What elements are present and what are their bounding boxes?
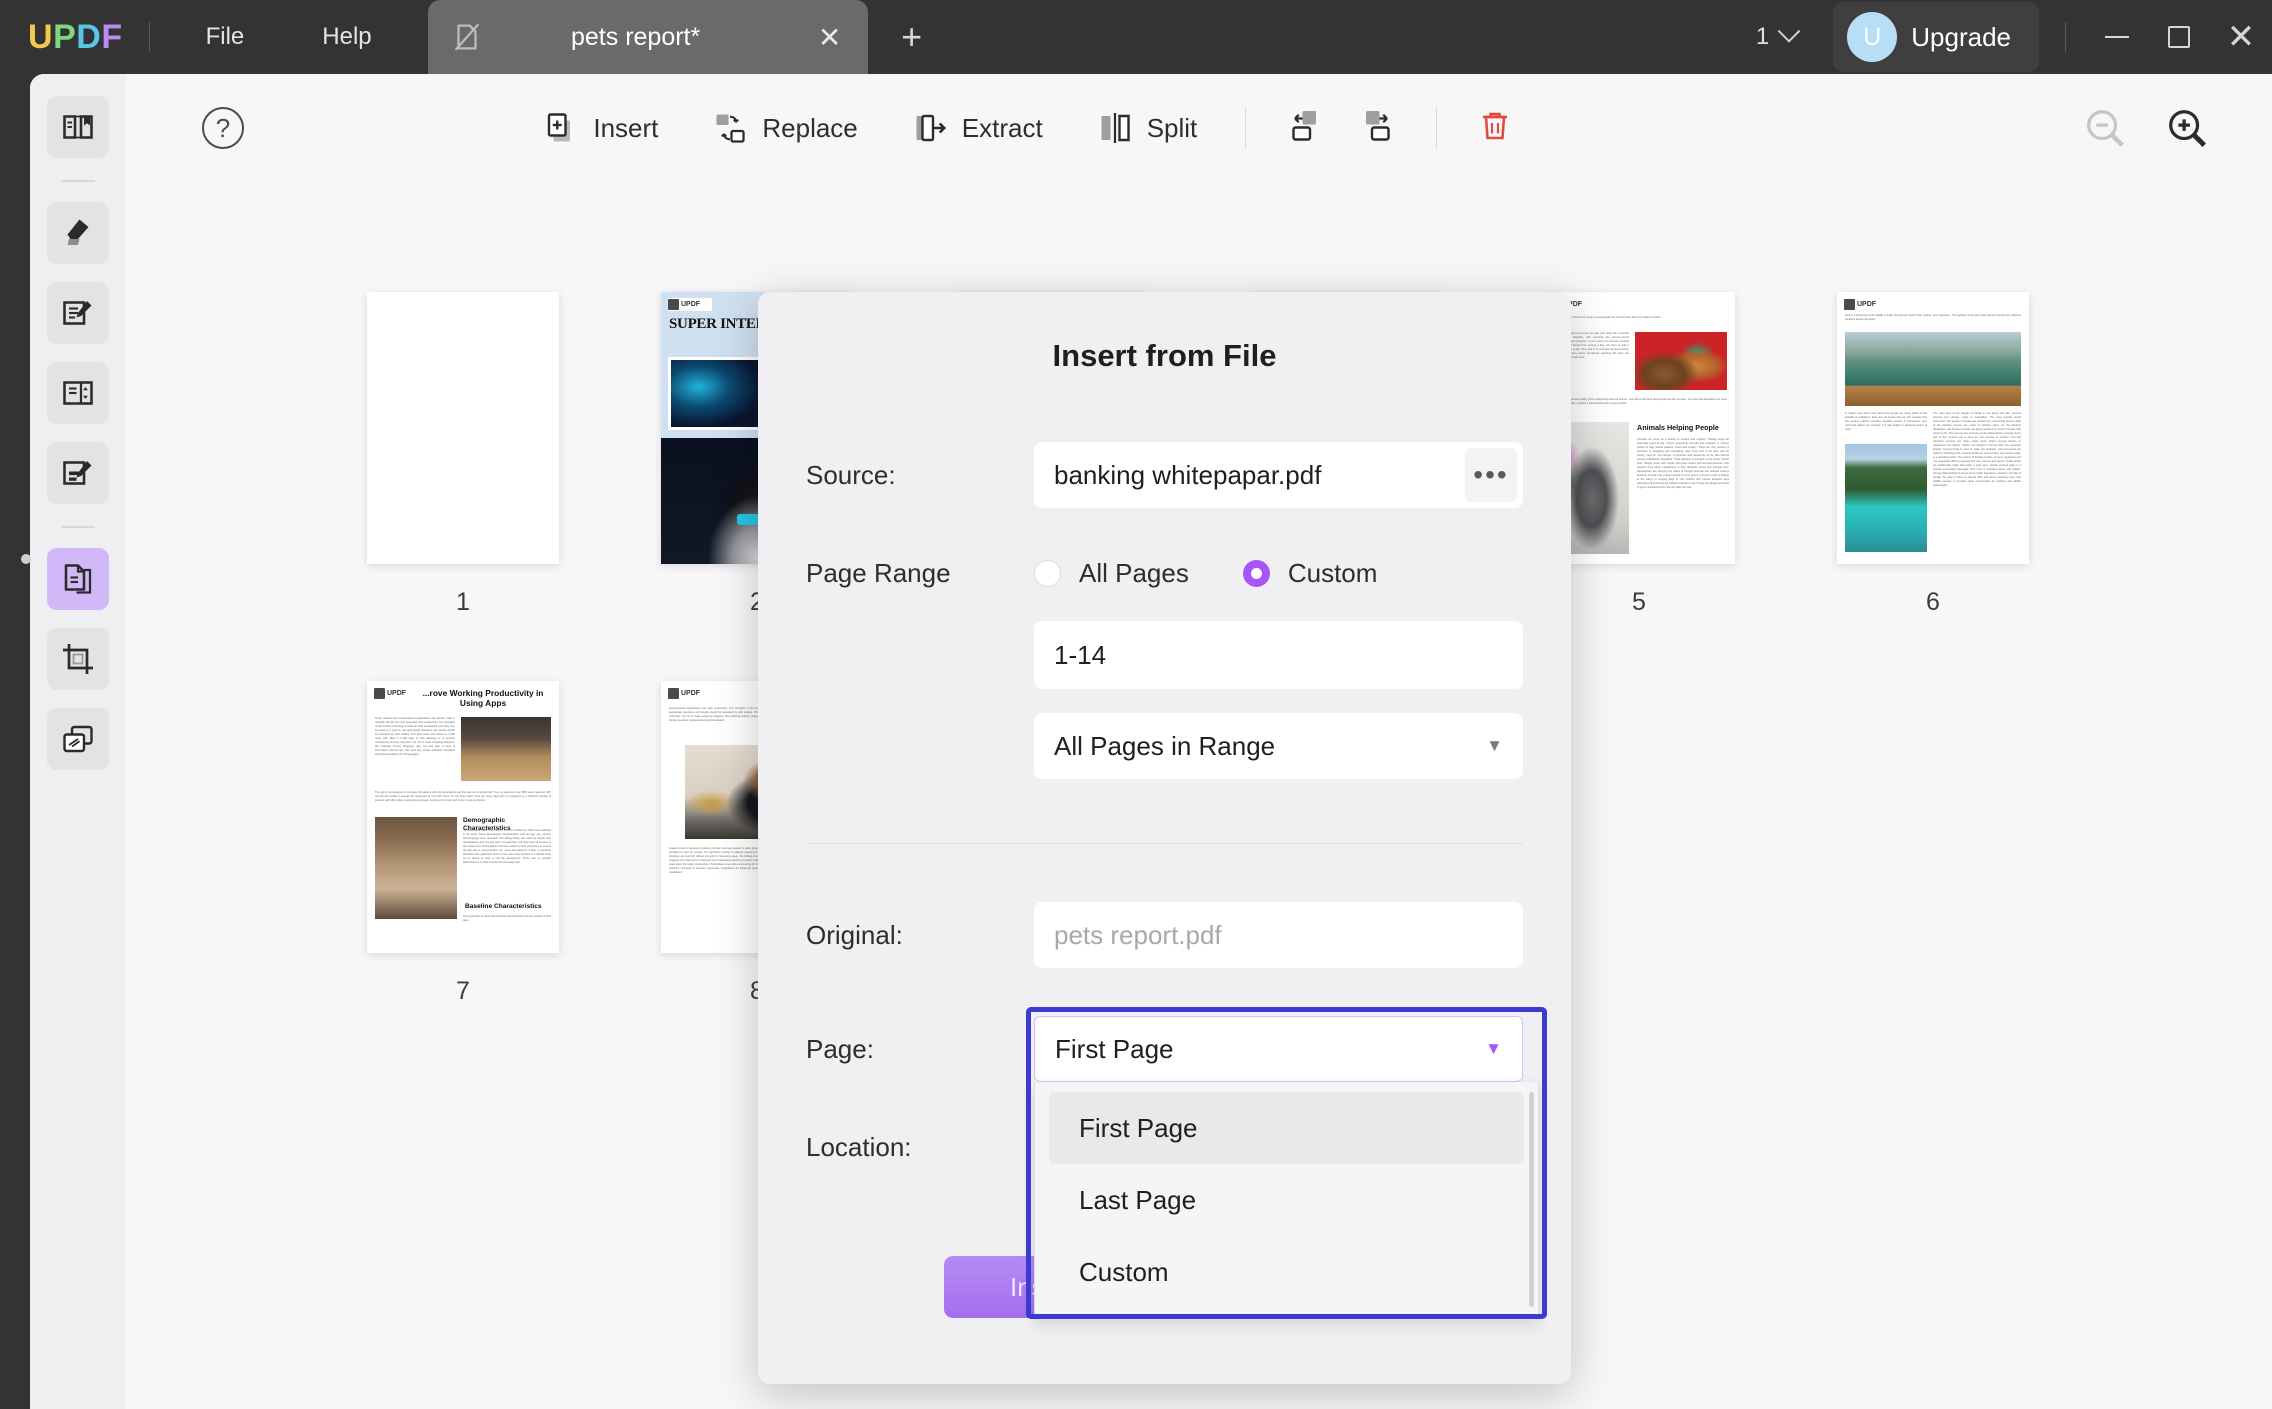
maximize-button[interactable] [2148,0,2210,74]
source-label: Source: [806,459,896,490]
browse-file-button[interactable]: ••• [1465,448,1517,502]
source-row: Source: banking whitepapar.pdf ••• [758,442,1571,508]
page-select-dropdown: First Page Last Page Custom [1034,1082,1539,1320]
title-bar: U P D F File Help pets report* ✕ + 1 U U… [0,0,2272,74]
dialog-title: Insert from File [1052,338,1277,373]
dropdown-scrollbar[interactable] [1529,1092,1534,1307]
radio-all-pages-indicator [1034,560,1061,587]
page-count-dropdown[interactable]: 1 [1746,17,1807,57]
page-select[interactable]: First Page ▼ [1034,1016,1523,1082]
logo-letter-d: D [76,18,102,56]
radio-all-pages[interactable]: All Pages [1034,558,1189,589]
minimize-button[interactable] [2086,0,2148,74]
chevron-down-icon: ▼ [1486,736,1503,755]
dialog-separator [806,843,1523,844]
source-input[interactable]: banking whitepapar.pdf ••• [1034,442,1523,508]
custom-range-value: 1-14 [1054,639,1107,670]
logo-letter-f: F [101,18,123,56]
location-label: Location: [806,1132,912,1162]
new-tab-button[interactable]: + [886,11,938,63]
range-subset-value: All Pages in Range [1054,730,1276,761]
dropdown-option-first-page[interactable]: First Page [1049,1092,1524,1164]
menu-help[interactable]: Help [296,15,397,59]
chevron-down-icon [1777,20,1801,43]
page-count-value: 1 [1755,23,1770,50]
radio-custom-label: Custom [1287,558,1378,588]
radio-custom-indicator [1242,560,1270,587]
original-input[interactable]: pets report.pdf [1034,902,1523,968]
tab-close-icon[interactable]: ✕ [808,15,852,59]
radio-custom[interactable]: Custom [1242,558,1378,589]
document-tab[interactable]: pets report* ✕ [427,0,868,74]
titlebar-divider [148,22,150,52]
custom-range-row: 1-14 [758,621,1571,689]
range-subset-select[interactable]: All Pages in Range ▼ [1034,713,1523,779]
original-placeholder: pets report.pdf [1054,919,1222,950]
close-window-button[interactable]: ✕ [2210,0,2272,74]
avatar: U [1847,12,1898,62]
upgrade-label: Upgrade [1911,21,2011,52]
page-select-wrapper: First Page ▼ First Page Last Page Custom [1026,1007,1547,1320]
original-label: Original: [806,919,903,950]
chevron-down-icon: ▼ [1485,1039,1502,1058]
modal-overlay: Insert from File Source: banking whitepa… [30,74,2272,1409]
main-panel: ? Insert Replace Extract Split 1 UPDF SU… [21,74,2272,1409]
titlebar-separator [2065,22,2066,52]
titlebar-right-group: 1 U Upgrade ✕ [1746,0,2272,74]
dropdown-option-custom[interactable]: Custom [1049,1236,1524,1308]
page-row: Page: First Page ▼ First Page Last Page … [758,1007,1571,1320]
page-range-row: Page Range All Pages Custom [758,558,1571,589]
close-icon: ✕ [2226,18,2256,56]
original-row: Original: pets report.pdf [758,902,1571,968]
menu-file[interactable]: File [180,15,271,59]
page-range-label: Page Range [806,558,951,588]
logo-letter-u: U [28,18,54,56]
radio-all-pages-label: All Pages [1079,558,1189,588]
logo-letter-p: P [53,18,77,56]
page-label: Page: [806,1033,874,1064]
source-value: banking whitepapar.pdf [1054,459,1322,490]
tab-title: pets report* [571,22,701,51]
document-blocked-icon [450,20,484,54]
maximize-icon [2168,26,2190,48]
range-subset-row: All Pages in Range ▼ [758,713,1571,779]
upgrade-button[interactable]: U Upgrade [1833,2,2039,72]
updf-application-window: U P D F File Help pets report* ✕ + 1 U U… [0,0,2272,1409]
minimize-icon [2105,36,2129,38]
custom-range-input[interactable]: 1-14 [1034,621,1523,689]
dropdown-option-last-page[interactable]: Last Page [1049,1164,1524,1236]
page-select-value: First Page [1055,1033,1174,1064]
workspace: ? Insert Replace Extract Split 1 UPDF SU… [0,74,2272,1409]
updf-logo: U P D F [28,20,123,54]
insert-from-file-dialog: Insert from File Source: banking whitepa… [758,292,1571,1384]
